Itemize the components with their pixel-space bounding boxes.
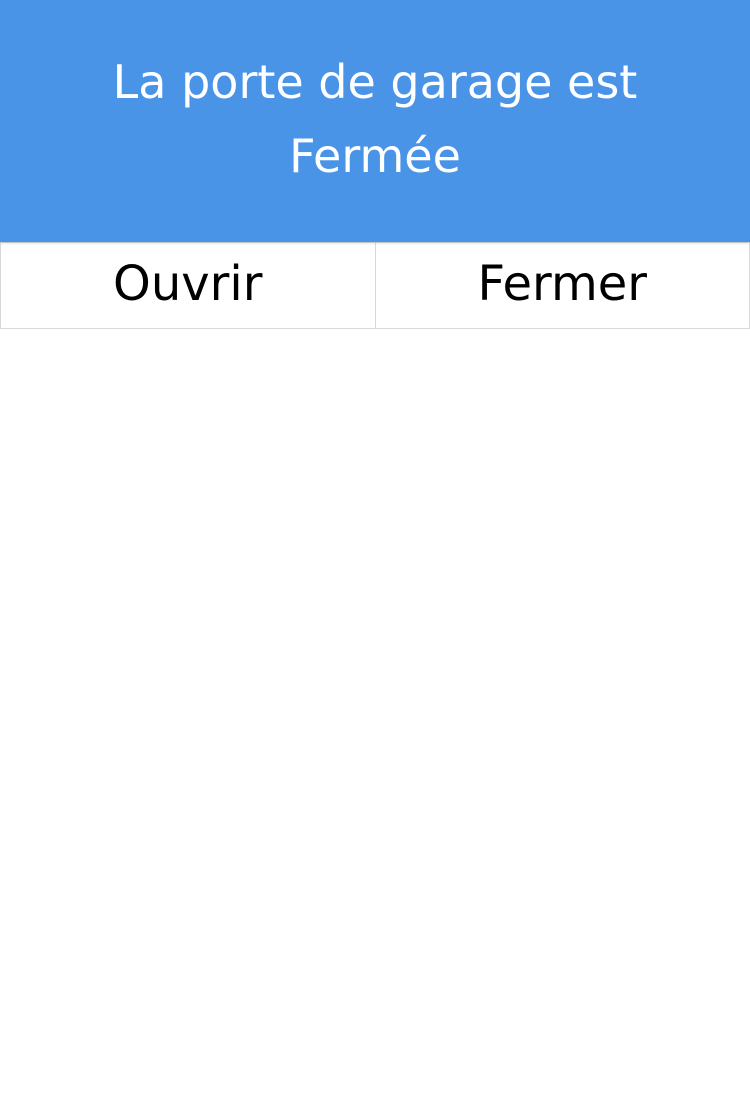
status-prefix: La porte de garage est [112,55,638,109]
close-button[interactable]: Fermer [374,242,750,329]
garage-door-status: La porte de garage est Fermée [113,45,638,197]
status-value: Fermée [289,129,461,183]
door-actions: Ouvrir Fermer [0,242,750,329]
status-header: La porte de garage est Fermée [0,0,750,242]
open-button[interactable]: Ouvrir [0,242,375,329]
